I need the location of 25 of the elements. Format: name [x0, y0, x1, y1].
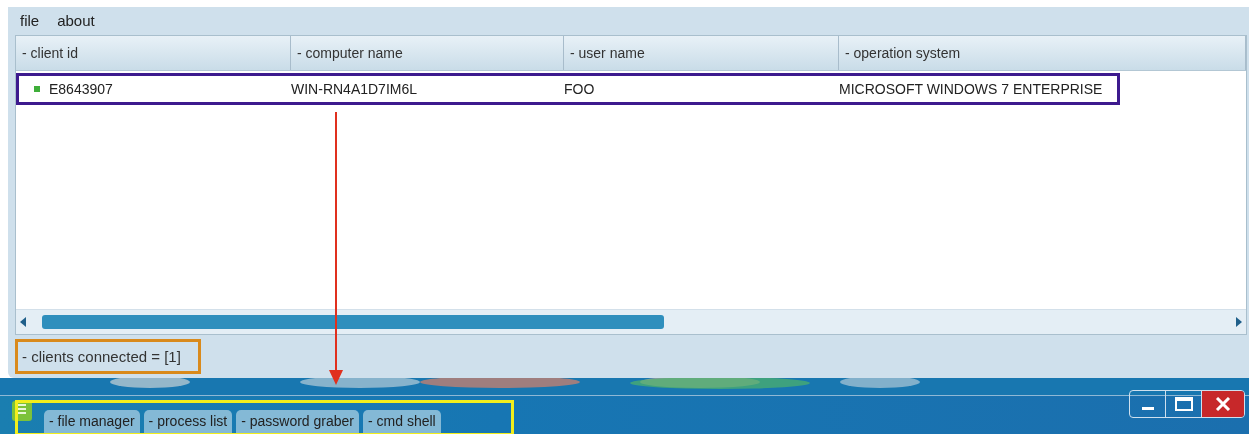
maximize-icon [1174, 397, 1193, 411]
scrollbar-thumb[interactable] [42, 315, 664, 329]
scroll-left-icon[interactable] [20, 317, 26, 327]
tab[interactable]: - process list [143, 410, 233, 433]
table-row[interactable]: E8643907 WIN-RN4A1D7IM6L FOO MICROSOFT WINDOWS 7 ENTERPRISE [16, 73, 1120, 105]
tab[interactable]: - password graber [236, 410, 359, 433]
close-button[interactable] [1202, 391, 1244, 417]
table-cell-text: WIN-RN4A1D7IM6L [291, 81, 419, 97]
close-icon [1215, 397, 1231, 411]
column-header[interactable]: - client id [16, 36, 291, 70]
minimize-icon [1141, 407, 1154, 410]
column-header[interactable]: - operation system [839, 36, 1246, 70]
column-header[interactable]: - computer name [291, 36, 564, 70]
table-cell-text: FOO [564, 81, 596, 97]
column-header[interactable]: - user name [564, 36, 839, 70]
table-cell-text: E8643907 [49, 81, 114, 97]
menu-item[interactable]: file [20, 11, 40, 29]
tab[interactable]: - file manager [44, 410, 140, 433]
menu-item[interactable]: about [57, 11, 95, 29]
tab[interactable]: - cmd shell [363, 410, 441, 433]
client-icon [34, 86, 40, 92]
horizontal-scrollbar[interactable] [16, 309, 1246, 334]
table-cell-text: MICROSOFT WINDOWS 7 ENTERPRISE [839, 81, 1104, 97]
scroll-right-icon[interactable] [1236, 317, 1242, 327]
status-text: - clients connected = [1] [15, 339, 201, 374]
